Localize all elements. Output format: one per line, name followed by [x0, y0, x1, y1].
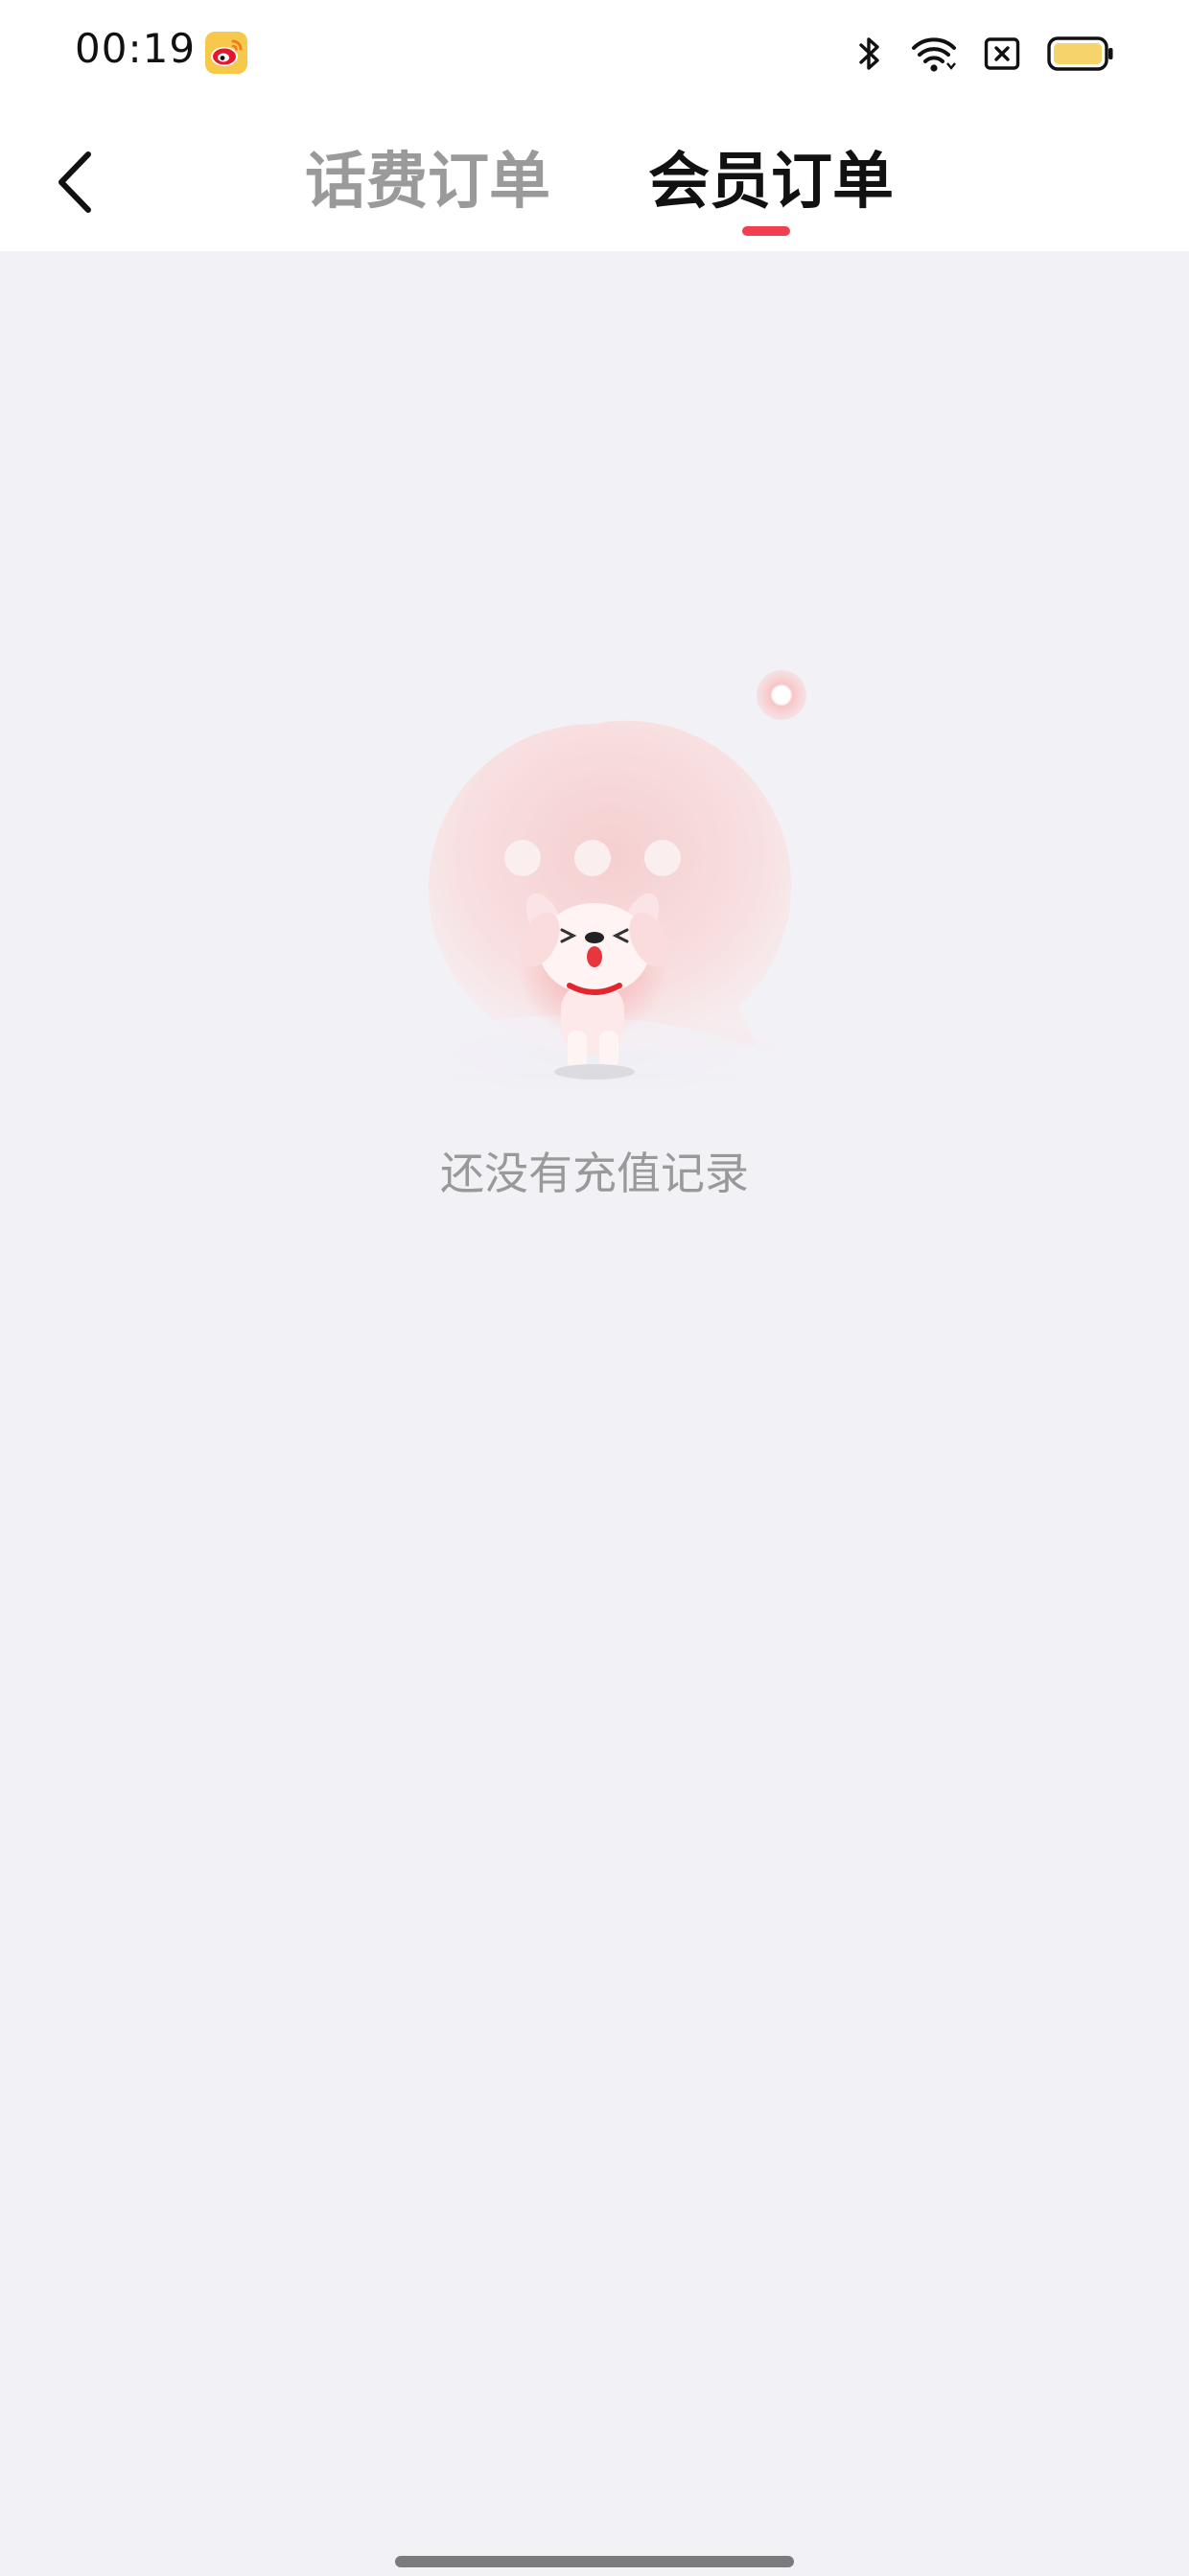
battery-icon: [1047, 35, 1114, 72]
home-indicator[interactable]: [395, 2556, 794, 2567]
chevron-left-icon: [54, 149, 98, 220]
empty-state-message: 还没有充值记录: [440, 1148, 749, 1199]
status-icons: [855, 33, 1114, 75]
active-tab-indicator: [742, 226, 790, 236]
bluetooth-icon: [855, 35, 884, 73]
status-time: 00:19: [75, 25, 197, 72]
tab-phone-bill-orders[interactable]: 话费订单: [305, 144, 550, 220]
tab-member-orders[interactable]: 会员订单: [648, 144, 894, 220]
nav-bar: 话费订单 会员订单: [0, 105, 1189, 251]
empty-illustration: [355, 652, 834, 1112]
sim-off-icon: [984, 35, 1020, 72]
back-button[interactable]: [42, 144, 109, 224]
status-bar: 00:19: [0, 0, 1189, 105]
wifi-icon: [911, 35, 957, 73]
weibo-icon: [205, 32, 247, 74]
